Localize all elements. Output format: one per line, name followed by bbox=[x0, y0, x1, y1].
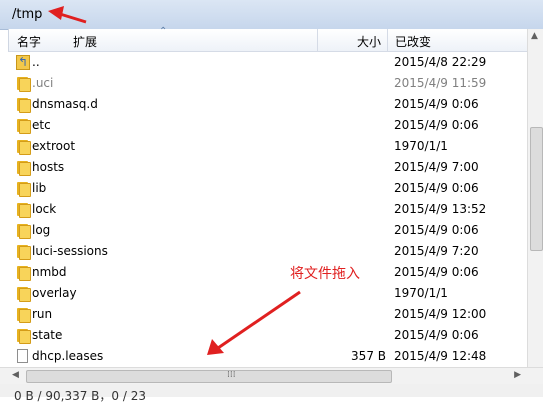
arrow-to-list-icon bbox=[207, 290, 301, 355]
arrow-to-path-icon bbox=[48, 6, 87, 24]
annotation-arrows bbox=[48, 6, 301, 355]
